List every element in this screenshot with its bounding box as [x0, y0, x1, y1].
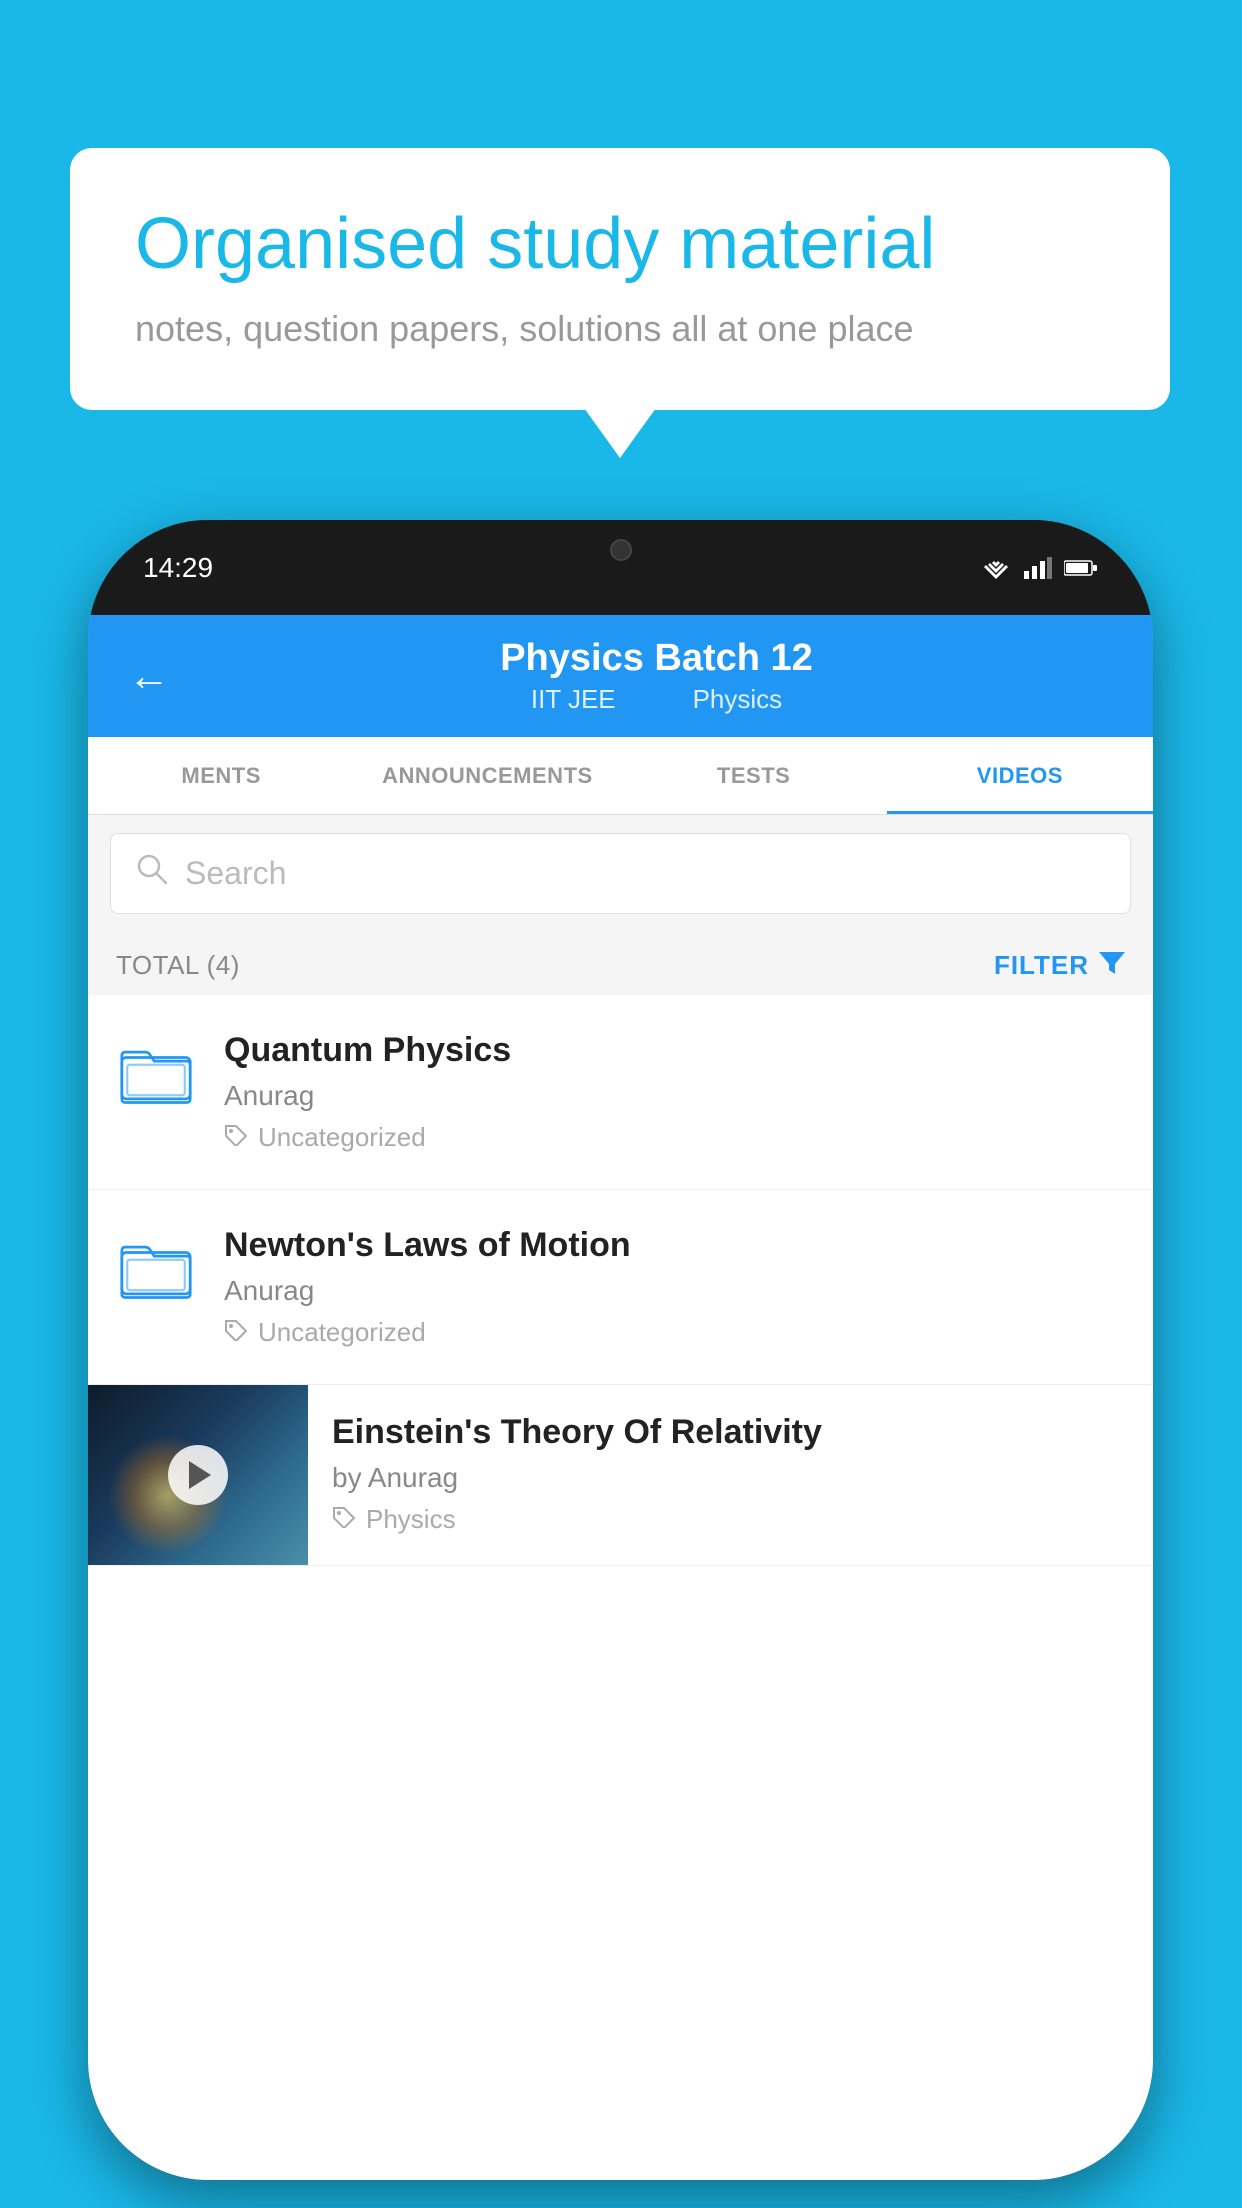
subtitle-physics: Physics: [693, 684, 783, 714]
total-count-label: TOTAL (4): [116, 950, 240, 981]
back-button[interactable]: ←: [128, 652, 170, 700]
tag-icon: [332, 1504, 356, 1535]
header-title-block: Physics Batch 12 IIT JEE Physics: [200, 637, 1113, 715]
item-content: Newton's Laws of Motion Anurag Uncategor…: [224, 1226, 1125, 1348]
status-time: 14:29: [143, 552, 213, 584]
item-author: Anurag: [224, 1080, 1125, 1112]
tag-icon: [224, 1317, 248, 1348]
speech-bubble-wrapper: Organised study material notes, question…: [70, 148, 1170, 410]
tag-label: Physics: [366, 1504, 456, 1535]
search-bar-wrapper: Search: [88, 815, 1153, 932]
folder-icon: [120, 1230, 192, 1302]
status-bar: 14:29: [88, 520, 1153, 615]
tabs-bar: MENTS ANNOUNCEMENTS TESTS VIDEOS: [88, 737, 1153, 815]
filter-label: FILTER: [994, 950, 1089, 981]
subtitle-iit: IIT JEE: [531, 684, 616, 714]
total-filter-bar: TOTAL (4) FILTER: [88, 932, 1153, 995]
item-author: Anurag: [224, 1275, 1125, 1307]
wifi-icon: [980, 557, 1012, 579]
search-placeholder-text: Search: [185, 855, 286, 892]
item-title: Newton's Laws of Motion: [224, 1226, 1125, 1265]
media-author: by Anurag: [332, 1462, 1129, 1494]
search-icon: [135, 852, 169, 895]
signal-icon: [1024, 557, 1052, 579]
tab-announcements[interactable]: ANNOUNCEMENTS: [354, 737, 620, 814]
tag-label: Uncategorized: [258, 1122, 426, 1153]
bubble-subtitle: notes, question papers, solutions all at…: [135, 308, 1105, 350]
tab-videos[interactable]: VIDEOS: [887, 737, 1153, 814]
item-content: Quantum Physics Anurag Uncategorized: [224, 1031, 1125, 1153]
item-icon-area: [116, 1031, 196, 1107]
batch-title: Physics Batch 12: [200, 637, 1113, 680]
status-icons: [980, 557, 1098, 579]
list-item[interactable]: Newton's Laws of Motion Anurag Uncategor…: [88, 1190, 1153, 1385]
folder-icon: [120, 1035, 192, 1107]
search-bar[interactable]: Search: [110, 833, 1131, 914]
phone-frame: 14:29: [88, 520, 1153, 2180]
media-content: Einstein's Theory Of Relativity by Anura…: [308, 1385, 1153, 1563]
video-list: Quantum Physics Anurag Uncategorized: [88, 995, 1153, 1566]
play-button[interactable]: [168, 1445, 228, 1505]
bubble-title: Organised study material: [135, 203, 1105, 286]
list-item-media[interactable]: Einstein's Theory Of Relativity by Anura…: [88, 1385, 1153, 1566]
list-item[interactable]: Quantum Physics Anurag Uncategorized: [88, 995, 1153, 1190]
media-tag: Physics: [332, 1504, 1129, 1535]
play-triangle-icon: [189, 1461, 211, 1489]
tag-icon: [224, 1122, 248, 1153]
item-tag: Uncategorized: [224, 1317, 1125, 1348]
item-icon-area: [116, 1226, 196, 1302]
tab-ments[interactable]: MENTS: [88, 737, 354, 814]
notch: [521, 520, 721, 580]
subtitle-sep: [647, 684, 661, 714]
item-tag: Uncategorized: [224, 1122, 1125, 1153]
tab-tests[interactable]: TESTS: [621, 737, 887, 814]
media-thumbnail: [88, 1385, 308, 1565]
phone-screen: ← Physics Batch 12 IIT JEE Physics MENTS…: [88, 615, 1153, 2180]
front-camera: [610, 539, 632, 561]
filter-icon: [1099, 950, 1125, 981]
battery-icon: [1064, 559, 1098, 577]
tag-label: Uncategorized: [258, 1317, 426, 1348]
item-title: Quantum Physics: [224, 1031, 1125, 1070]
speech-bubble: Organised study material notes, question…: [70, 148, 1170, 410]
batch-subtitle: IIT JEE Physics: [200, 684, 1113, 715]
media-title: Einstein's Theory Of Relativity: [332, 1413, 1129, 1452]
app-header: ← Physics Batch 12 IIT JEE Physics: [88, 615, 1153, 737]
filter-button[interactable]: FILTER: [994, 950, 1125, 981]
